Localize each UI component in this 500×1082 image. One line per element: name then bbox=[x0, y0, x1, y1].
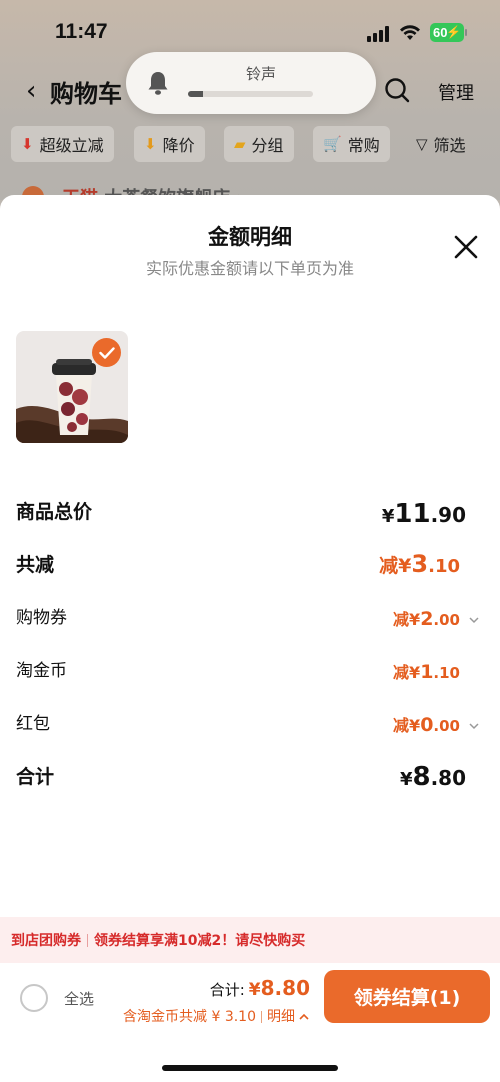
filter-screen[interactable]: ▽ 筛选 bbox=[406, 126, 476, 162]
page-title: 购物车 bbox=[50, 80, 122, 108]
close-icon[interactable] bbox=[452, 233, 480, 261]
row-total-reduce: 共减 减¥3.10 bbox=[16, 550, 466, 590]
currency-symbol: ¥ bbox=[399, 769, 413, 790]
row-label: 共减 bbox=[16, 554, 55, 576]
back-button[interactable]: ‹ bbox=[26, 76, 36, 106]
filter-bar: ⬇ 超级立减 ⬇ 降价 ▰ 分组 🛒 常购 ▽ 筛选 bbox=[0, 118, 500, 172]
manage-button[interactable]: 管理 bbox=[438, 79, 474, 105]
price-integer: 11 bbox=[394, 499, 431, 529]
price-decimal: .90 bbox=[430, 503, 466, 527]
filter-label: 分组 bbox=[251, 136, 284, 155]
price-decimal: .80 bbox=[430, 766, 466, 790]
sheet-title: 金额明细 bbox=[208, 225, 292, 249]
ringer-label: 铃声 bbox=[245, 65, 276, 83]
filter-group[interactable]: ▰ 分组 bbox=[224, 126, 294, 162]
promo-tag: 到店团购券 bbox=[11, 933, 81, 949]
price-decimal: .10 bbox=[433, 664, 460, 682]
row-total-price: 商品总价 ¥11.90 bbox=[16, 497, 466, 537]
price-integer: 0 bbox=[420, 714, 434, 736]
select-all-radio[interactable] bbox=[20, 984, 48, 1012]
cart-icon: 🛒 bbox=[323, 135, 342, 153]
ringer-slider[interactable] bbox=[188, 91, 313, 97]
price-integer: 3 bbox=[411, 550, 429, 578]
price-decimal: .00 bbox=[433, 717, 460, 735]
row-label: 淘金币 bbox=[16, 661, 67, 681]
search-icon[interactable] bbox=[384, 77, 410, 103]
price-integer: 1 bbox=[420, 661, 434, 683]
filter-label: 降价 bbox=[162, 136, 195, 155]
status-time: 11:47 bbox=[55, 20, 108, 43]
chevron-up-icon bbox=[299, 1013, 309, 1020]
wifi-icon bbox=[400, 25, 420, 40]
sheet-subtitle: 实际优惠金额请以下单页为准 bbox=[145, 259, 354, 278]
down-arrow-orange-icon: ⬇ bbox=[144, 135, 157, 153]
row-label: 购物券 bbox=[16, 608, 67, 628]
sum-value: ¥8.80 bbox=[400, 762, 466, 792]
promo-banner[interactable]: 到店团购券 领券结算享满10减2！请尽快购买 bbox=[0, 917, 500, 963]
battery-icon: 60 ⚡ bbox=[430, 23, 467, 42]
filter-super-discount[interactable]: ⬇ 超级立减 bbox=[11, 126, 114, 162]
filter-icon: ▽ bbox=[416, 135, 428, 153]
promo-divider bbox=[87, 933, 88, 947]
charging-bolt-icon: ⚡ bbox=[446, 25, 461, 39]
ringer-level-fill bbox=[188, 91, 203, 97]
filter-label: 常购 bbox=[347, 136, 380, 155]
reduce-prefix: 减¥ bbox=[393, 716, 421, 735]
chevron-down-icon bbox=[469, 616, 479, 623]
total-reduce-value: 减¥3.10 bbox=[379, 550, 460, 578]
filter-label: 筛选 bbox=[433, 136, 466, 155]
row-label: 红包 bbox=[16, 714, 50, 734]
row-coins: 淘金币 减¥1.10 bbox=[16, 656, 466, 696]
down-arrow-red-icon: ⬇ bbox=[21, 135, 34, 153]
promo-text: 领券结算享满10减2！请尽快购买 bbox=[94, 933, 306, 949]
row-red-packet[interactable]: 红包 减¥0.00 bbox=[16, 709, 479, 749]
footer-sum-value: ¥8.80 bbox=[249, 976, 310, 1000]
reduce-prefix: 减¥ bbox=[393, 610, 421, 629]
red-packet-value: 减¥0.00 bbox=[393, 712, 480, 736]
amount-detail-sheet: 金额明细 实际优惠金额请以下单页为准 商品总价 ¥11.90 共减 减¥3.10 bbox=[0, 195, 500, 1082]
row-sum: 合计 ¥8.80 bbox=[16, 762, 466, 802]
total-price-value: ¥11.90 bbox=[382, 499, 466, 529]
checkout-button[interactable]: 领券结算(1) bbox=[324, 970, 490, 1023]
filter-price-drop[interactable]: ⬇ 降价 bbox=[134, 126, 205, 162]
footer-discount-text: 含淘金币共减 ¥ 3.10 bbox=[123, 1009, 256, 1025]
filter-label: 超级立减 bbox=[39, 136, 104, 155]
footer-sum: 合计: ¥8.80 bbox=[210, 976, 310, 1000]
row-label: 商品总价 bbox=[16, 501, 93, 523]
status-bar: 11:47 60 ⚡ bbox=[0, 0, 500, 60]
detail-link[interactable]: 明细 bbox=[267, 1009, 295, 1025]
reduce-prefix: 减¥ bbox=[379, 555, 412, 577]
home-indicator[interactable] bbox=[162, 1065, 338, 1071]
reduce-prefix: 减¥ bbox=[393, 663, 421, 682]
filter-frequent[interactable]: 🛒 常购 bbox=[313, 126, 390, 162]
currency-symbol: ¥ bbox=[381, 506, 395, 527]
price-integer: 8 bbox=[412, 762, 431, 792]
selected-check-icon[interactable] bbox=[92, 338, 121, 367]
select-all-label[interactable]: 全选 bbox=[64, 988, 94, 1009]
footer-discount-detail[interactable]: 含淘金币共减 ¥ 3.10 明细 bbox=[123, 1006, 310, 1026]
row-label: 合计 bbox=[16, 766, 55, 788]
chevron-down-icon bbox=[469, 722, 479, 729]
price-integer: 2 bbox=[420, 608, 434, 630]
price-decimal: .00 bbox=[433, 611, 460, 629]
row-coupon[interactable]: 购物券 减¥2.00 bbox=[16, 603, 479, 643]
signal-icon bbox=[367, 26, 391, 42]
footer-sum-amount: 8.80 bbox=[260, 976, 310, 1000]
footer-sum-label: 合计: bbox=[209, 981, 245, 999]
coins-value: 减¥1.10 bbox=[393, 659, 460, 683]
price-decimal: .10 bbox=[428, 556, 460, 577]
checkout-footer: 全选 合计: ¥8.80 含淘金币共减 ¥ 3.10 明细 领券结算(1) bbox=[0, 963, 500, 1082]
currency-symbol: ¥ bbox=[248, 980, 261, 1000]
folder-icon: ▰ bbox=[234, 135, 246, 153]
ringer-volume-hud: 铃声 bbox=[126, 52, 376, 114]
footer-divider bbox=[261, 1011, 262, 1023]
coupon-value: 减¥2.00 bbox=[393, 606, 480, 630]
